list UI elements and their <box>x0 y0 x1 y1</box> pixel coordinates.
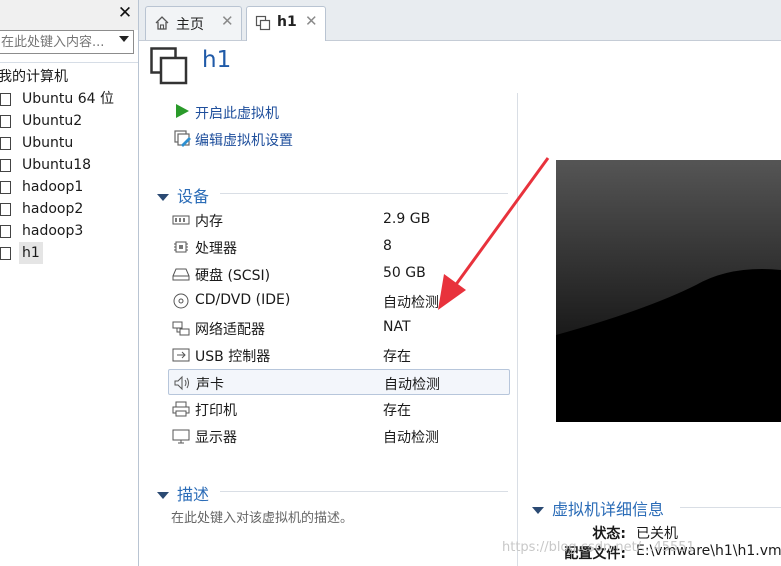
tab-label: h1 <box>277 14 297 30</box>
processor-icon <box>174 241 188 253</box>
vm-large-icon <box>150 47 188 85</box>
sound-card-icon <box>174 375 189 391</box>
edit-settings-link[interactable]: 编辑虚拟机设置 <box>195 130 293 150</box>
tree-item-label: hadoop3 <box>22 223 84 239</box>
device-name: 声卡 <box>196 377 224 393</box>
divider <box>680 507 781 508</box>
tab-h1[interactable]: h1 ✕ <box>246 6 326 41</box>
display-icon <box>172 429 190 444</box>
device-name: USB 控制器 <box>195 349 271 365</box>
device-row-network-adapter[interactable]: 网络适配器 NAT <box>168 315 510 341</box>
annotation-arrow-icon <box>438 157 550 310</box>
description-placeholder[interactable]: 在此处键入对该虚拟机的描述。 <box>171 507 353 526</box>
tab-home[interactable]: 主页 ✕ <box>145 6 242 40</box>
chevron-down-icon[interactable] <box>119 36 129 42</box>
caret-down-icon[interactable] <box>157 194 169 201</box>
device-row-sound-card[interactable]: 声卡 自动检测 <box>168 369 510 395</box>
tree-item-label: Ubuntu 64 位 <box>22 91 114 107</box>
library-search-input[interactable] <box>1 32 111 52</box>
memory-icon <box>172 215 190 225</box>
device-value: 存在 <box>383 403 411 419</box>
device-name: 网络适配器 <box>195 322 265 338</box>
section-title: 虚拟机详细信息 <box>552 500 665 519</box>
vm-icon <box>0 203 11 216</box>
tree-item-label: h1 <box>19 242 43 264</box>
vm-icon <box>0 159 11 172</box>
vm-screen-thumbnail[interactable] <box>556 160 781 422</box>
vm-icon <box>0 115 11 128</box>
devices-section-header[interactable]: 设备 <box>157 183 209 207</box>
device-row-printer[interactable]: 打印机 存在 <box>168 396 510 422</box>
printer-icon <box>172 401 190 417</box>
network-adapter-icon <box>172 321 190 336</box>
power-on-link[interactable]: 开启此虚拟机 <box>195 103 279 123</box>
tree-item-label: hadoop2 <box>22 201 84 217</box>
vm-icon <box>0 225 11 238</box>
device-value: 8 <box>383 238 392 254</box>
device-value: 自动检测 <box>384 377 440 393</box>
device-name: 内存 <box>195 214 223 230</box>
device-name: CD/DVD (IDE) <box>195 292 291 308</box>
vm-icon <box>0 93 11 106</box>
tree-item-label: Ubuntu <box>22 135 74 151</box>
device-name: 显示器 <box>195 430 237 446</box>
vm-title: h1 <box>202 47 232 73</box>
edit-settings-icon[interactable] <box>174 130 192 148</box>
vm-icon <box>0 137 11 150</box>
section-title: 描述 <box>177 485 210 504</box>
library-search-field[interactable] <box>0 30 134 54</box>
library-close-button[interactable]: ✕ <box>116 4 134 22</box>
vm-icon <box>255 15 271 31</box>
watermark: https://blog.csdn.net/...45551 <box>502 540 695 555</box>
tab-close-icon[interactable]: ✕ <box>305 12 318 30</box>
device-value: 2.9 GB <box>383 211 431 227</box>
caret-down-icon[interactable] <box>532 507 544 514</box>
device-name: 硬盘 (SCSI) <box>195 268 271 284</box>
device-value: 50 GB <box>383 265 426 281</box>
vm-icon <box>0 247 11 260</box>
tree-item-label: Ubuntu18 <box>22 157 92 173</box>
divider <box>220 491 508 492</box>
device-value: 存在 <box>383 349 411 365</box>
tree-item-label: hadoop1 <box>22 179 84 195</box>
device-name: 打印机 <box>195 403 237 419</box>
play-icon[interactable] <box>174 103 190 119</box>
tab-label: 主页 <box>176 17 204 33</box>
usb-controller-icon <box>172 348 190 362</box>
tree-item-label: Ubuntu2 <box>22 113 83 129</box>
caret-down-icon[interactable] <box>157 492 169 499</box>
description-section-header[interactable]: 描述 <box>157 481 209 505</box>
device-row-usb-controller[interactable]: USB 控制器 存在 <box>168 342 510 368</box>
device-value: NAT <box>383 319 411 335</box>
device-name: 处理器 <box>195 241 237 257</box>
cd-dvd-icon <box>173 293 189 309</box>
tab-close-icon[interactable]: ✕ <box>221 12 234 30</box>
vm-icon <box>0 181 11 194</box>
home-icon <box>155 16 169 30</box>
section-title: 设备 <box>177 187 210 206</box>
divider <box>0 62 138 63</box>
hard-disk-icon <box>172 268 190 281</box>
device-row-display[interactable]: 显示器 自动检测 <box>168 423 510 449</box>
device-value: 自动检测 <box>383 430 439 446</box>
tree-root-my-computer[interactable]: 我的计算机 <box>0 66 68 88</box>
vm-details-section-header[interactable]: 虚拟机详细信息 <box>532 496 664 520</box>
